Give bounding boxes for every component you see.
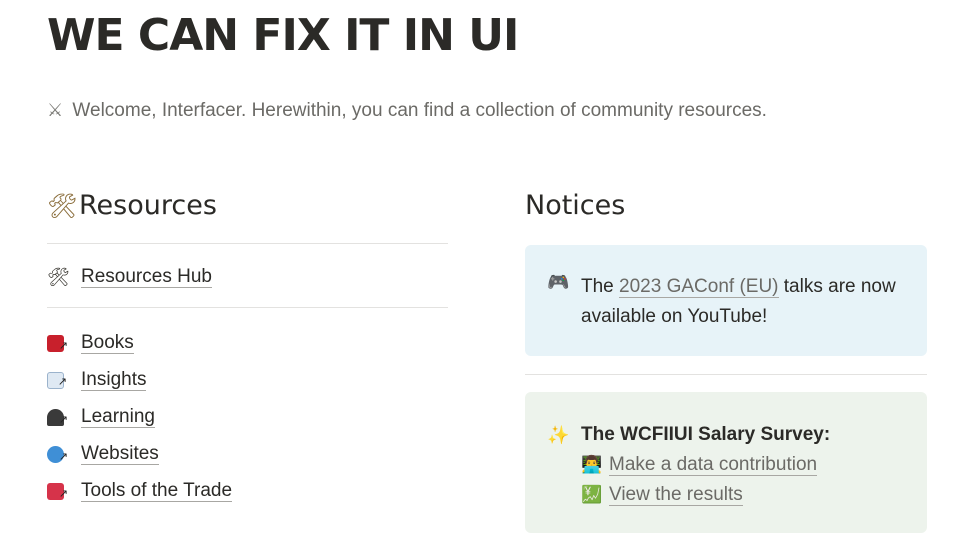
link-websites[interactable]: ↗ Websites <box>47 435 448 472</box>
data-contribution-link[interactable]: 👨‍💻 Make a data contribution <box>547 450 905 480</box>
divider <box>525 374 927 375</box>
globe-link-icon: ↗ <box>47 444 81 464</box>
salary-survey-title: The WCFIIUI Salary Survey: <box>581 424 831 445</box>
resources-hub-link[interactable]: 🛠 Resources Hub <box>47 258 448 295</box>
resources-column: 🛠Resources 🛠 Resources Hub ↗ Books ↗ Ins… <box>47 186 448 509</box>
insights-link-icon: ↗ <box>47 370 81 390</box>
salary-survey-title-row: ✨ The WCFIIUI Salary Survey: <box>547 420 905 450</box>
divider <box>47 307 448 308</box>
hammer-wrench-icon: 🛠 <box>47 192 78 220</box>
gaconf-link[interactable]: 2023 GAConf (EU) <box>619 276 779 298</box>
page: WE CAN FIX IT IN UI ⚔ Welcome, Interface… <box>47 0 927 547</box>
resources-list: ↗ Books ↗ Insights ↗ Learning ↗ Websites… <box>47 324 448 509</box>
resources-hub-label[interactable]: Resources Hub <box>81 266 212 288</box>
link-tools-label[interactable]: Tools of the Trade <box>81 480 233 502</box>
notices-heading: Notices <box>525 190 626 221</box>
notice-callout-salary-survey: ✨ The WCFIIUI Salary Survey: 👨‍💻 Make a … <box>525 392 927 533</box>
link-tools-of-the-trade[interactable]: ↗ Tools of the Trade <box>47 472 448 509</box>
link-insights-label[interactable]: Insights <box>81 369 147 391</box>
book-link-icon: ↗ <box>47 333 81 353</box>
view-results-link[interactable]: 💹 View the results <box>547 480 905 510</box>
intro-label: Welcome, Interfacer. Herewithin, you can… <box>72 100 767 121</box>
notices-column: Notices 🎮 The 2023 GAConf (EU) talks are… <box>525 186 927 533</box>
view-results-label[interactable]: View the results <box>609 484 743 506</box>
page-title: WE CAN FIX IT IN UI <box>47 10 519 61</box>
toolbox-link-icon: ↗ <box>47 481 81 501</box>
chart-increasing-icon: 💹 <box>581 485 603 504</box>
game-controller-icon: 🎮 <box>547 272 570 292</box>
data-contribution-label[interactable]: Make a data contribution <box>609 454 818 476</box>
link-books[interactable]: ↗ Books <box>47 324 448 361</box>
divider <box>47 243 448 244</box>
notice-text: The 2023 GAConf (EU) talks are now avail… <box>581 276 896 327</box>
link-insights[interactable]: ↗ Insights <box>47 361 448 398</box>
link-learning[interactable]: ↗ Learning <box>47 398 448 435</box>
notice-callout-gaconf: 🎮 The 2023 GAConf (EU) talks are now ava… <box>525 245 927 356</box>
sparkles-icon: ✨ <box>547 424 570 445</box>
crossed-swords-icon: ⚔ <box>47 100 64 120</box>
hammer-wrench-icon: 🛠 <box>47 266 70 287</box>
intro-text: ⚔ Welcome, Interfacer. Herewithin, you c… <box>47 100 767 122</box>
link-books-label[interactable]: Books <box>81 332 134 354</box>
resources-heading: 🛠Resources <box>47 186 448 226</box>
technologist-icon: 👨‍💻 <box>581 455 603 474</box>
link-learning-label[interactable]: Learning <box>81 406 155 428</box>
graduation-cap-link-icon: ↗ <box>47 407 81 427</box>
link-websites-label[interactable]: Websites <box>81 443 159 465</box>
